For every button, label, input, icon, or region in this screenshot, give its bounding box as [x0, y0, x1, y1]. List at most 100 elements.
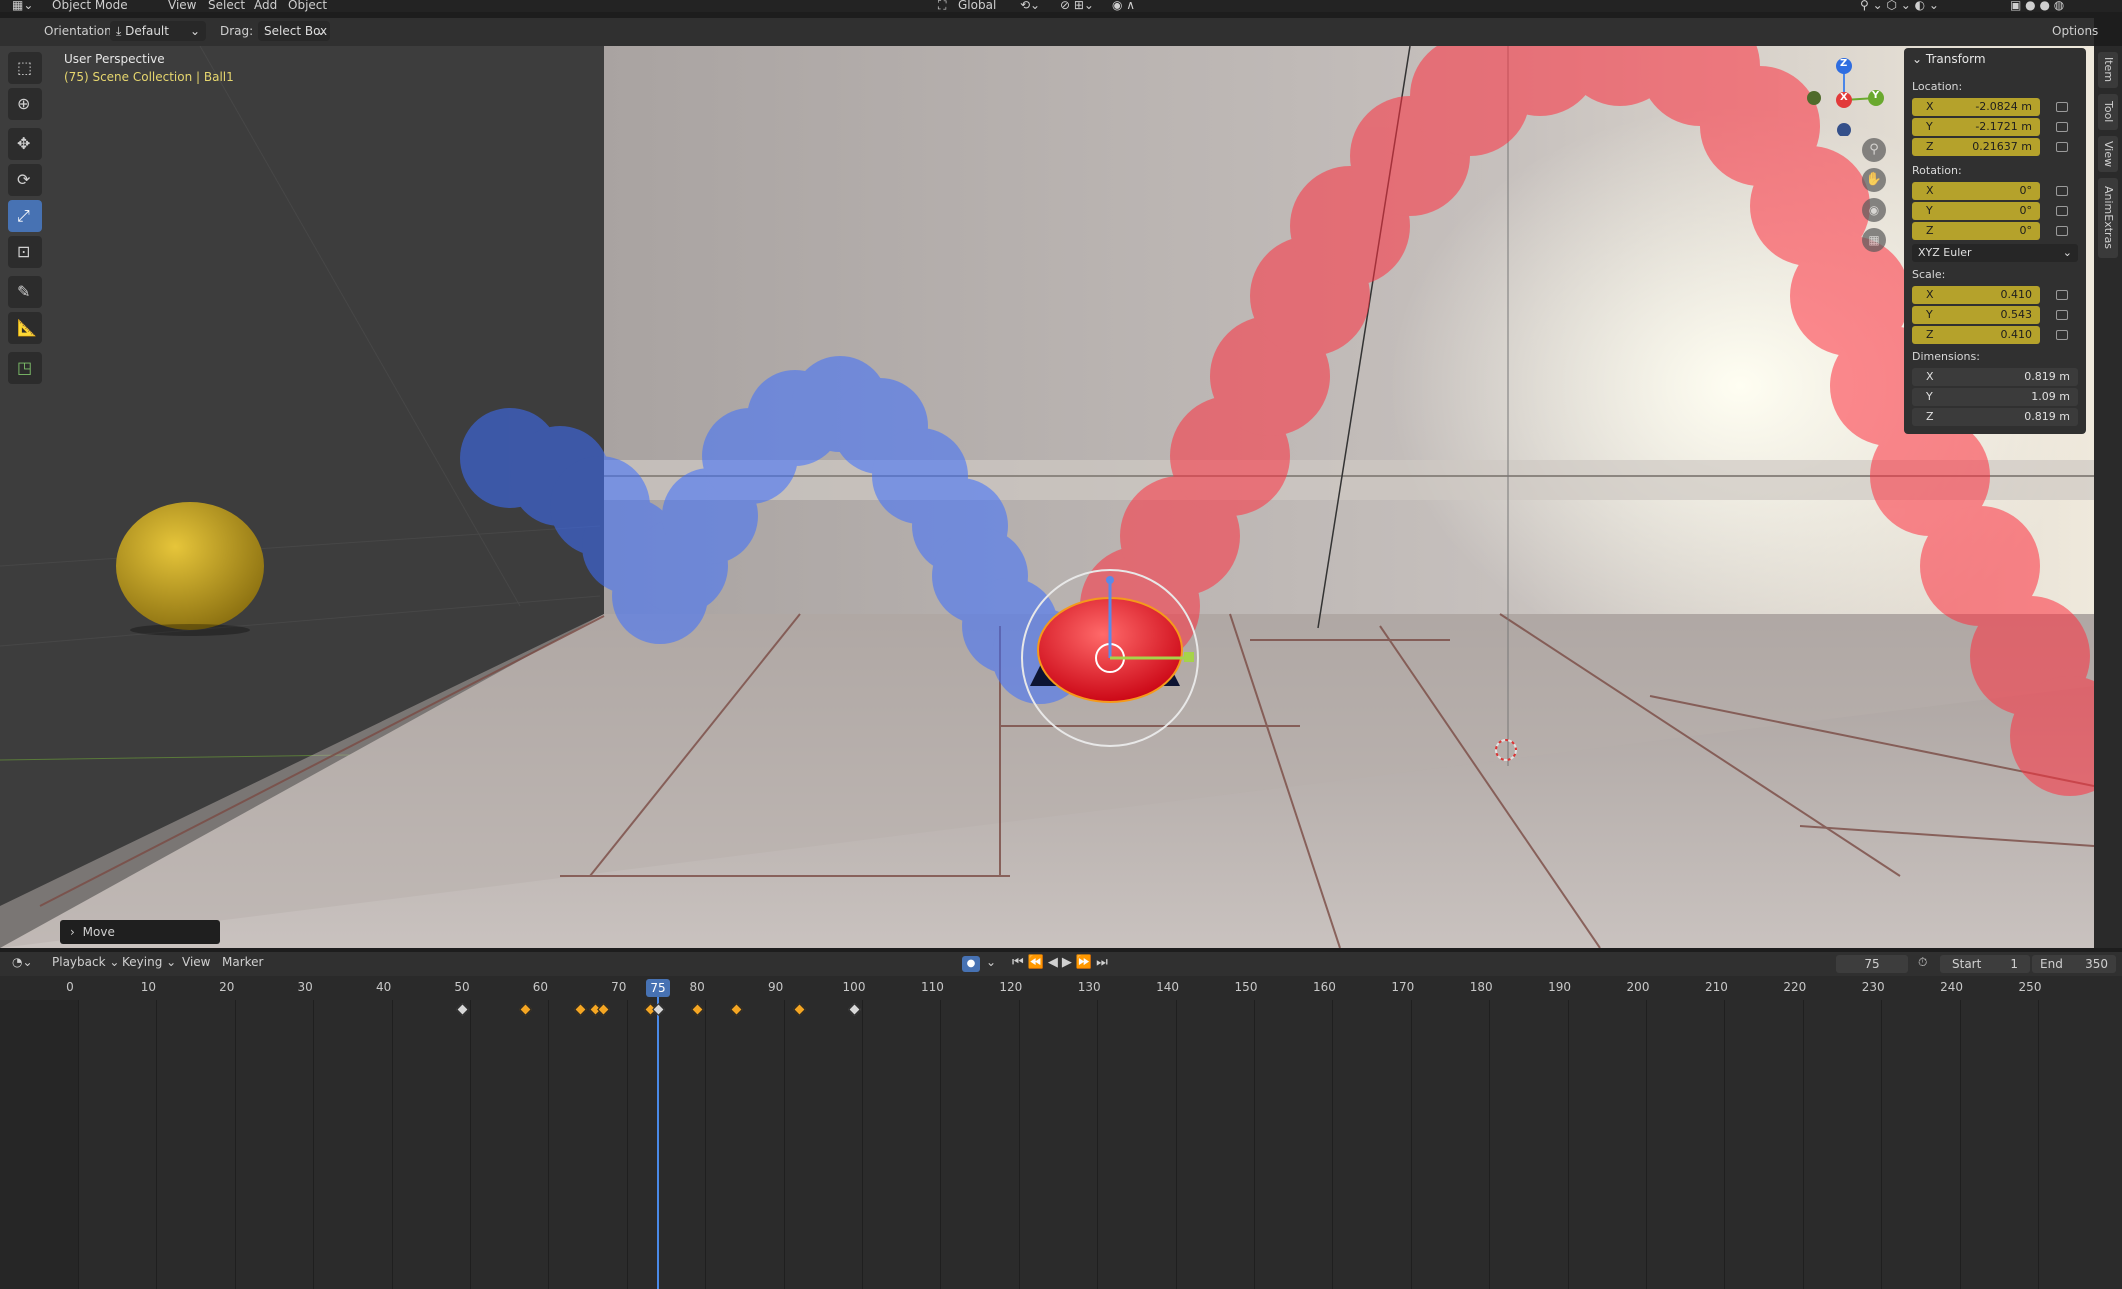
scale-icon: ⤢ [17, 206, 30, 225]
timeline-grid-line [1724, 1000, 1726, 1289]
orientation-dropdown[interactable]: ⤓ Default ⌄ [110, 21, 206, 41]
menu-view[interactable]: View [168, 0, 196, 12]
scale-label: Scale: [1912, 268, 1946, 281]
timeline-ruler[interactable]: 0 10 20 30 40 50 60 70 80 90 100 110 120 130 140 150 160… [0, 976, 2122, 1000]
rotate-tool[interactable]: ⟳ [8, 164, 42, 196]
last-operator-panel[interactable]: › Move [60, 920, 220, 944]
lock-icon[interactable] [2056, 226, 2068, 236]
grid-view-icon[interactable]: ▦ [1862, 228, 1886, 252]
timeline-grid-line [78, 1000, 79, 1289]
navigation-gizmo[interactable]: Z Y X [1804, 52, 1884, 137]
end-frame-field[interactable]: End 350 [2032, 955, 2116, 973]
playhead-frame-indicator[interactable]: 75 [646, 979, 670, 997]
tab-tool[interactable]: Tool [2098, 94, 2118, 130]
scale-y-field[interactable]: Y 0.543 [1912, 306, 2040, 324]
zoom-icon[interactable]: ⚲ [1862, 138, 1886, 162]
transform-tool[interactable]: ⊡ [8, 236, 42, 268]
menu-keying[interactable]: Keying ⌄ [122, 955, 176, 969]
drag-dropdown[interactable]: Select Box ⌄ [258, 21, 330, 41]
rotation-x-field[interactable]: X 0° [1912, 182, 2040, 200]
ruler-tick-label: 150 [1234, 980, 1258, 994]
proportional-edit-icon[interactable]: ◉ ∧ [1112, 0, 1135, 12]
transform-orientation-dropdown[interactable]: Global [958, 0, 996, 12]
timeline-grid-line [1959, 1000, 1961, 1289]
current-frame-field[interactable]: 75 [1836, 955, 1908, 973]
lock-icon[interactable] [2056, 186, 2068, 196]
menu-playback[interactable]: Playback ⌄ [52, 955, 119, 969]
rotation-y-field[interactable]: Y 0° [1912, 202, 2040, 220]
ruler-tick-label: 0 [66, 980, 74, 994]
annotate-tool[interactable]: ✎ [8, 276, 42, 308]
gizmo-z-label: Z [1840, 58, 1848, 69]
ruler-tick-label: 100 [842, 980, 866, 994]
playback-controls[interactable]: ⏮⏪◀▶⏩⏭ [1012, 955, 1112, 970]
location-z-field[interactable]: Z 0.21637 m [1912, 138, 2040, 156]
scale-x-field[interactable]: X 0.410 [1912, 286, 2040, 304]
scale-z-field[interactable]: Z 0.410 [1912, 326, 2040, 344]
auto-keying-button[interactable]: ● [962, 956, 980, 972]
options-button[interactable]: Options [2052, 24, 2098, 38]
pan-hand-icon[interactable]: ✋ [1862, 168, 1886, 192]
editor-type-icon[interactable]: ▦⌄ [12, 0, 33, 12]
lock-icon[interactable] [2056, 290, 2068, 300]
timeline-grid-line [1646, 1000, 1647, 1289]
transform-panel: ⌄ Transform Location: X -2.0824 m Y -2.172… [1904, 48, 2086, 434]
viewport-overlay-icons[interactable]: ⚲ ⌄ ⬡ ⌄ ◐ ⌄ [1860, 0, 1939, 12]
menu-object[interactable]: Object [288, 0, 327, 12]
pivot-icon[interactable]: ⟲⌄ [1020, 0, 1040, 12]
ruler-tick-label: 50 [454, 980, 470, 994]
dimensions-y-field[interactable]: Y 1.09 m [1912, 388, 2078, 406]
scale-tool[interactable]: ⤢ [8, 200, 42, 232]
rotation-z-field[interactable]: Z 0° [1912, 222, 2040, 240]
chevron-down-icon[interactable]: ⌄ [986, 955, 996, 969]
lock-icon[interactable] [2056, 102, 2068, 112]
tab-item[interactable]: Item [2098, 52, 2118, 88]
camera-icon[interactable]: ◉ [1862, 198, 1886, 222]
move-icon: ✥ [17, 134, 31, 153]
ruler-tick-label: 230 [1861, 980, 1885, 994]
3d-viewport[interactable]: User Perspective (75) Scene Collection |… [0, 46, 2094, 948]
ruler-icon: 📐 [17, 318, 37, 337]
timeline-grid-line [705, 1000, 707, 1289]
location-x-field[interactable]: X -2.0824 m [1912, 98, 2040, 116]
measure-tool[interactable]: 📐 [8, 312, 42, 344]
dimensions-z-field[interactable]: Z 0.819 m [1912, 408, 2078, 426]
drag-label: Drag: [220, 24, 254, 38]
ruler-tick-label: 120 [999, 980, 1023, 994]
ruler-tick-label: 180 [1469, 980, 1493, 994]
mode-dropdown[interactable]: Object Mode [52, 0, 128, 12]
shading-mode-icons[interactable]: ▣ ● ● ◍ [2010, 0, 2064, 12]
transform-orientation-icon: ⛶ [938, 0, 947, 12]
tab-animextras[interactable]: AnimExtras [2098, 178, 2118, 258]
location-y-field[interactable]: Y -2.1721 m [1912, 118, 2040, 136]
timeline-area[interactable] [0, 1000, 2122, 1289]
location-label: Location: [1912, 80, 1963, 93]
timeline-header: ◔⌄ Playback ⌄ Keying ⌄ View Marker ● ⌄ ⏮… [0, 952, 2122, 976]
lock-icon[interactable] [2056, 206, 2068, 216]
tab-view[interactable]: View [2098, 136, 2118, 172]
timeline-grid-line [1097, 1000, 1099, 1289]
lock-icon[interactable] [2056, 142, 2068, 152]
rotation-mode-dropdown[interactable]: XYZ Euler ⌄ [1912, 244, 2078, 262]
start-frame-field[interactable]: Start 1 [1940, 955, 2030, 973]
add-cube-tool[interactable]: ◳ [8, 352, 42, 384]
menu-add[interactable]: Add [254, 0, 277, 12]
ruler-tick-label: 240 [1940, 980, 1964, 994]
lock-icon[interactable] [2056, 330, 2068, 340]
lock-icon[interactable] [2056, 122, 2068, 132]
cursor-tool[interactable]: ⊕ [8, 88, 42, 120]
stopwatch-icon[interactable]: ⏱ [1918, 955, 1927, 970]
lock-icon[interactable] [2056, 310, 2068, 320]
ruler-tick-label: 250 [2018, 980, 2042, 994]
menu-view[interactable]: View [182, 955, 210, 969]
snap-icon[interactable]: ⊘ ⊞⌄ [1060, 0, 1094, 12]
menu-select[interactable]: Select [208, 0, 245, 12]
editor-type-icon[interactable]: ◔⌄ [12, 955, 33, 969]
menu-marker[interactable]: Marker [222, 955, 263, 969]
timeline-grid-line [940, 1000, 942, 1289]
transform-panel-header[interactable]: ⌄ Transform [1912, 52, 1986, 66]
timeline-grid-line [2038, 1000, 2039, 1289]
select-box-tool[interactable]: ⬚ [8, 52, 42, 84]
move-tool[interactable]: ✥ [8, 128, 42, 160]
dimensions-x-field[interactable]: X 0.819 m [1912, 368, 2078, 386]
